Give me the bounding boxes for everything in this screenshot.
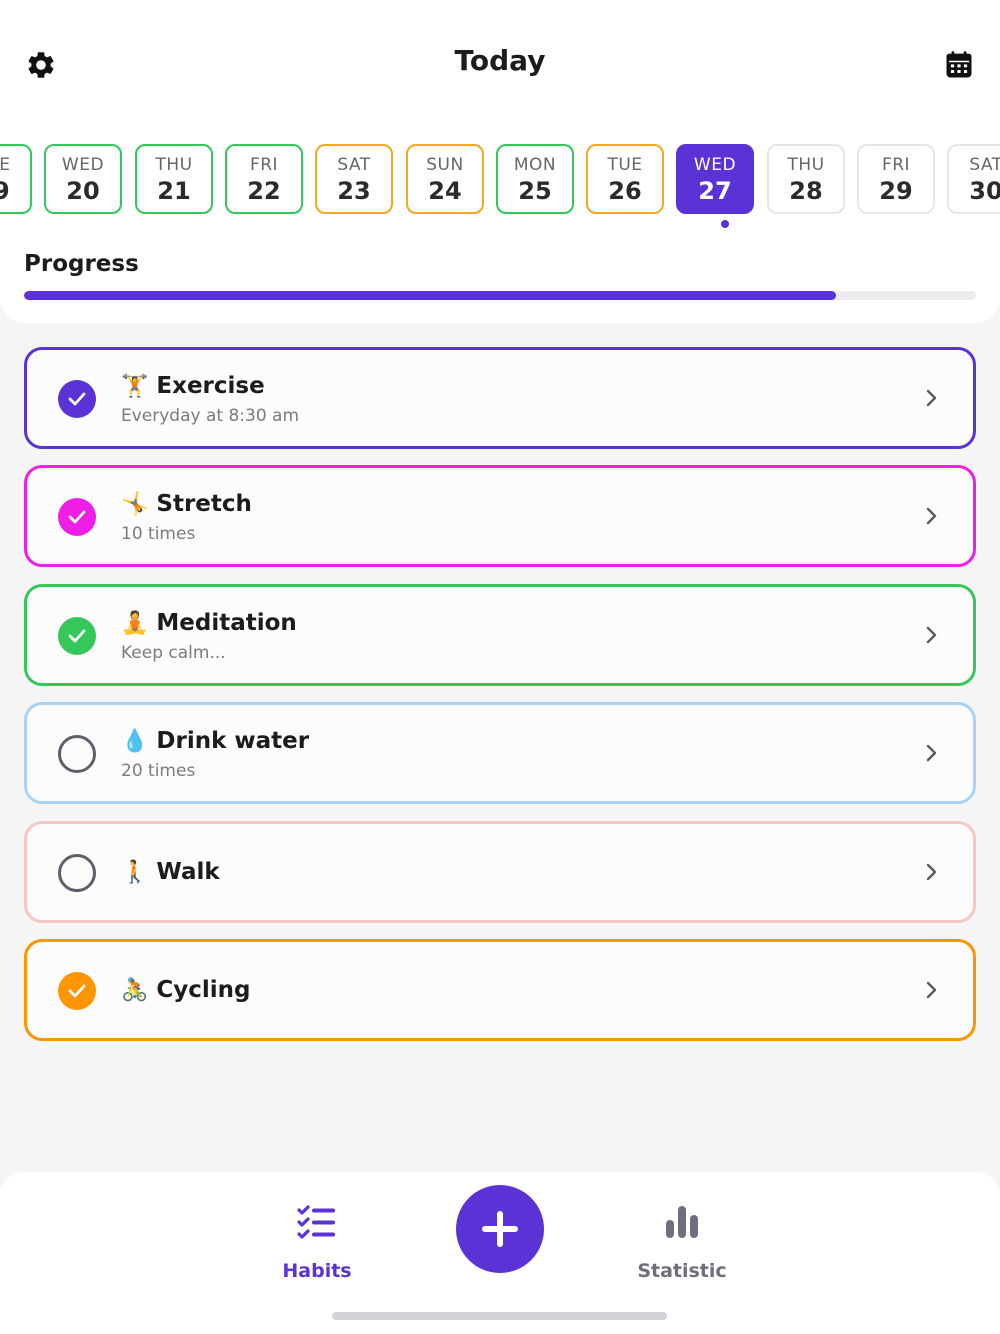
- habit-emoji-icon: 💧: [121, 729, 149, 754]
- tab-statistic[interactable]: Statistic: [602, 1202, 762, 1282]
- habit-emoji-icon: 🧘: [121, 611, 149, 636]
- day-of-week: SAT: [337, 155, 371, 175]
- chevron-right-icon: [925, 625, 939, 645]
- day-number: 26: [608, 177, 642, 205]
- home-indicator: [332, 1312, 667, 1320]
- habit-card-cycling[interactable]: 🚴 Cycling: [24, 939, 976, 1041]
- habit-card-walk[interactable]: 🚶 Walk: [24, 821, 976, 923]
- habit-title-text: Exercise: [156, 373, 265, 399]
- day-number: 28: [789, 177, 823, 205]
- day-fri-22[interactable]: FRI 22: [225, 144, 303, 214]
- day-tue-26[interactable]: TUE 26: [586, 144, 664, 214]
- habit-title-text: Cycling: [156, 977, 251, 1003]
- day-sat-30[interactable]: SAT 30: [947, 144, 1000, 214]
- habit-title: 💧 Drink water: [121, 728, 309, 754]
- day-mon-25[interactable]: MON 25: [496, 144, 574, 214]
- day-of-week: FRI: [881, 155, 911, 175]
- habit-emoji-icon: 🤸: [121, 492, 149, 517]
- day-sat-23[interactable]: SAT 23: [315, 144, 393, 214]
- bar-chart-icon: [602, 1202, 762, 1242]
- page-title: Today: [454, 44, 546, 77]
- bottom-tab-bar: Habits Statistic: [0, 1172, 1000, 1334]
- day-wed-20[interactable]: WED 20: [44, 144, 122, 214]
- tab-statistic-label: Statistic: [637, 1260, 727, 1282]
- habit-subtitle: 10 times: [121, 524, 196, 544]
- day-thu-21[interactable]: THU 21: [135, 144, 213, 214]
- add-habit-button[interactable]: [456, 1185, 544, 1273]
- day-of-week: WED: [61, 155, 105, 175]
- day-of-week: SUN: [426, 155, 464, 175]
- day-thu-28[interactable]: THU 28: [767, 144, 845, 214]
- habit-card-exercise[interactable]: 🏋️ Exercise Everyday at 8:30 am: [24, 347, 976, 449]
- habit-unchecked-circle[interactable]: [58, 854, 96, 892]
- day-of-week: TUE: [607, 155, 643, 175]
- calendar-button[interactable]: [937, 43, 981, 87]
- checklist-icon: [237, 1202, 397, 1242]
- tab-habits[interactable]: Habits: [237, 1202, 397, 1282]
- habit-card-stretch[interactable]: 🤸 Stretch 10 times: [24, 465, 976, 567]
- day-number: 20: [66, 177, 100, 205]
- habit-subtitle: Everyday at 8:30 am: [121, 406, 300, 426]
- day-number: 30: [969, 177, 1000, 205]
- chevron-right-icon: [925, 743, 939, 763]
- plus-icon: [482, 1211, 518, 1247]
- day-number: 25: [518, 177, 552, 205]
- habit-title: 🤸 Stretch: [121, 491, 252, 517]
- day-of-week: WED: [693, 155, 737, 175]
- habit-subtitle: Keep calm...: [121, 643, 226, 663]
- progress-bar: [24, 291, 976, 300]
- habit-unchecked-circle[interactable]: [58, 735, 96, 773]
- habit-card-drink-water[interactable]: 💧 Drink water 20 times: [24, 702, 976, 804]
- chevron-right-icon: [925, 388, 939, 408]
- habit-title-text: Walk: [156, 859, 220, 885]
- day-number: 19: [0, 177, 10, 205]
- day-of-week: THU: [155, 155, 193, 175]
- habit-title-text: Drink water: [156, 728, 310, 754]
- day-number: 29: [879, 177, 913, 205]
- header-panel: Today TUE19WED20THU21FRI22SAT23SUN24MON2…: [0, 0, 1000, 323]
- habit-checked-icon[interactable]: [58, 972, 96, 1010]
- progress-bar-fill: [24, 291, 837, 300]
- tab-habits-label: Habits: [282, 1260, 352, 1282]
- chevron-right-icon: [925, 862, 939, 882]
- progress-label: Progress: [24, 251, 139, 277]
- day-of-week: FRI: [249, 155, 279, 175]
- habit-title-text: Meditation: [156, 610, 297, 636]
- habit-subtitle: 20 times: [121, 761, 196, 781]
- day-number: 24: [428, 177, 462, 205]
- habit-emoji-icon: 🚴: [121, 978, 149, 1003]
- day-number: 22: [247, 177, 281, 205]
- habit-title-text: Stretch: [156, 491, 252, 517]
- day-of-week: THU: [787, 155, 825, 175]
- day-wed-27[interactable]: WED 27: [676, 144, 754, 214]
- date-strip: TUE19WED20THU21FRI22SAT23SUN24MON25TUE26…: [0, 144, 1000, 234]
- habit-checked-icon[interactable]: [58, 498, 96, 536]
- day-number: 27: [698, 177, 732, 205]
- day-of-week: MON: [513, 155, 557, 175]
- day-of-week: SAT: [969, 155, 1000, 175]
- day-tue-19[interactable]: TUE 19: [0, 144, 32, 214]
- day-sun-24[interactable]: SUN 24: [406, 144, 484, 214]
- habit-title: 🚴 Cycling: [121, 977, 251, 1003]
- habit-title: 🚶 Walk: [121, 859, 220, 885]
- habit-title: 🧘 Meditation: [121, 610, 297, 636]
- day-of-week: TUE: [0, 155, 11, 175]
- habit-checked-icon[interactable]: [58, 380, 96, 418]
- habit-card-meditation[interactable]: 🧘 Meditation Keep calm...: [24, 584, 976, 686]
- day-number: 21: [157, 177, 191, 205]
- calendar-icon: [946, 51, 972, 78]
- chevron-right-icon: [925, 980, 939, 1000]
- habit-checked-icon[interactable]: [58, 617, 96, 655]
- selected-day-indicator: [721, 220, 729, 228]
- day-fri-29[interactable]: FRI 29: [857, 144, 935, 214]
- day-number: 23: [337, 177, 371, 205]
- chevron-right-icon: [925, 506, 939, 526]
- habit-emoji-icon: 🚶: [121, 860, 149, 885]
- habit-emoji-icon: 🏋️: [121, 374, 149, 399]
- habit-title: 🏋️ Exercise: [121, 373, 265, 399]
